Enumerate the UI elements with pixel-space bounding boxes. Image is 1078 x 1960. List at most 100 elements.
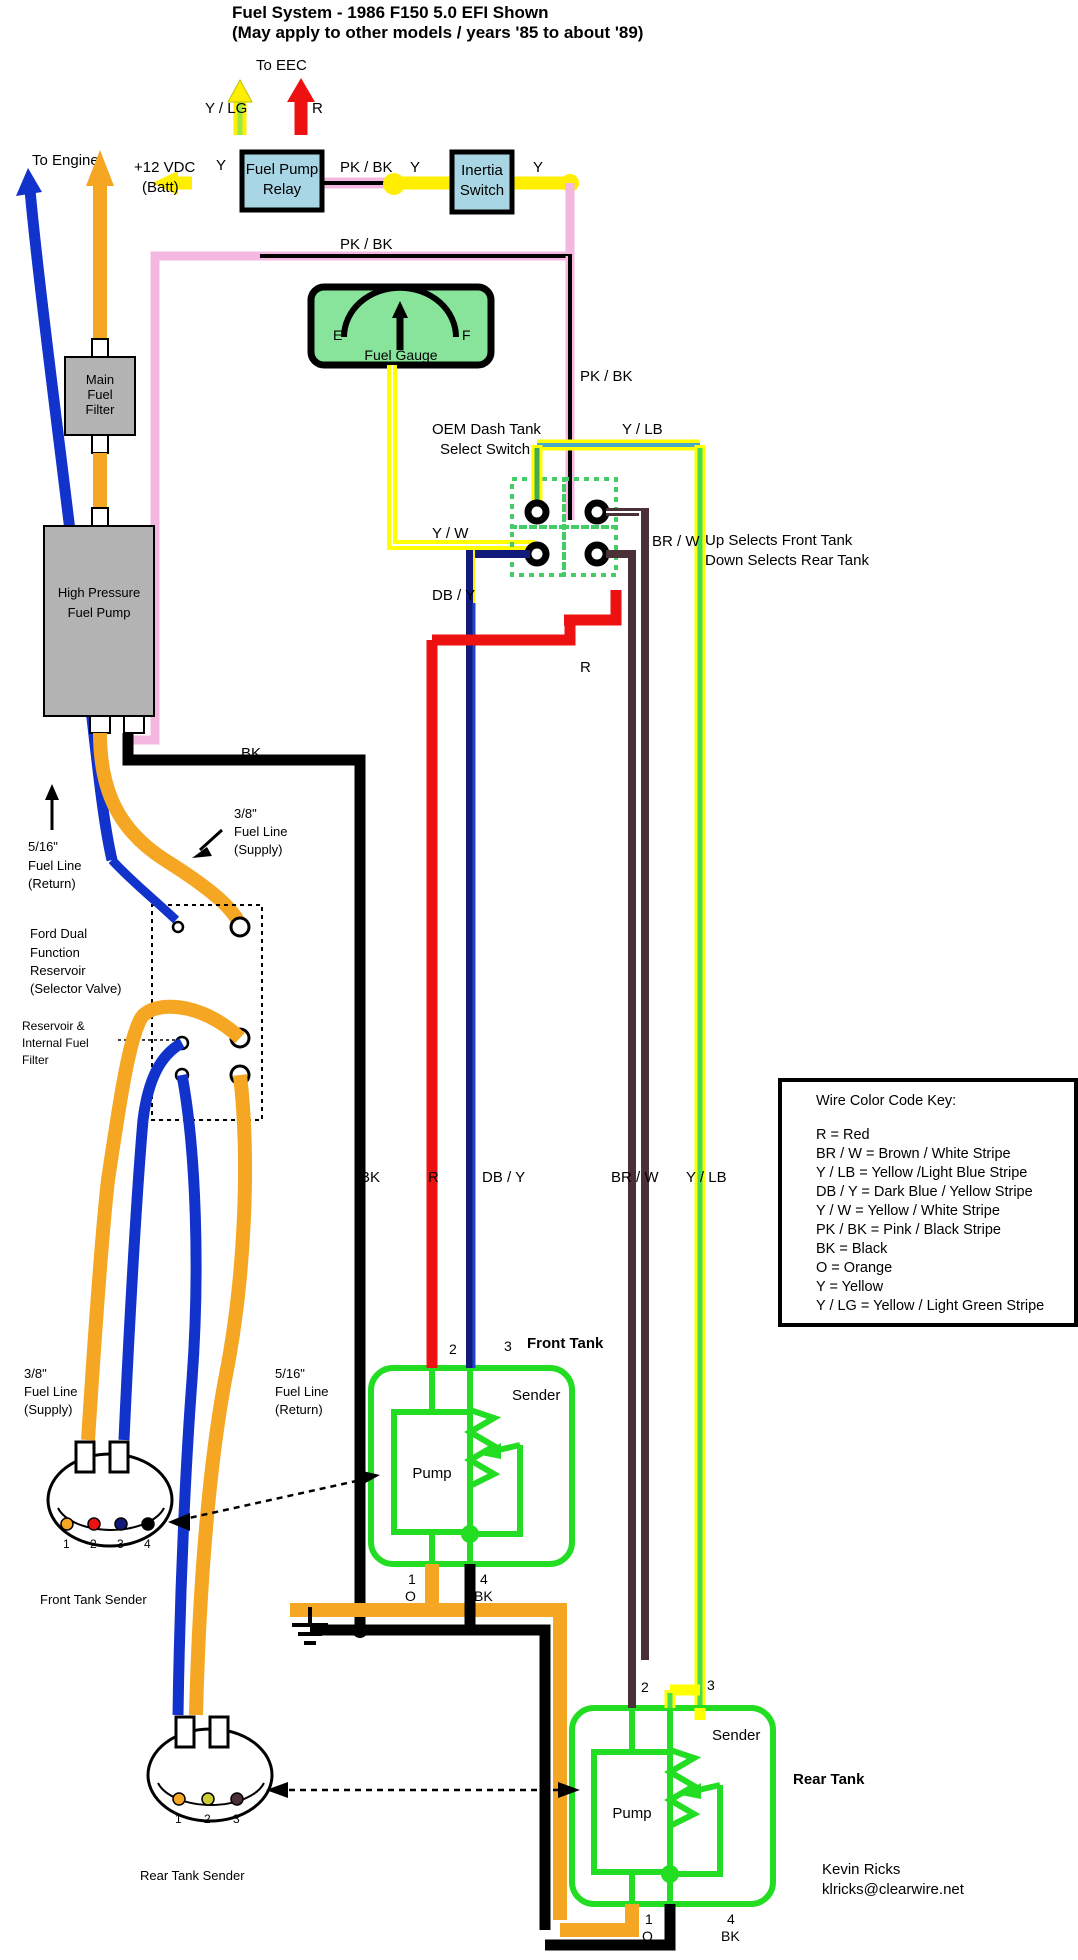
front-sender-fitting-1: [74, 1440, 96, 1474]
diagram-svg: Fuel System - 1986 F150 5.0 EFI Shown (M…: [0, 0, 1078, 1960]
label-pkbk-down: PK / BK: [580, 368, 633, 385]
label-516-return-b-3: (Return): [275, 1402, 323, 1417]
front-sender-pin-1-dot: [60, 1517, 74, 1531]
key-entry-0: R = Red: [816, 1127, 870, 1143]
rear-sender-pin-3-dot: [230, 1792, 244, 1806]
pump-outlet-fitting-2: [123, 715, 145, 734]
label-batt: (Batt): [142, 179, 179, 196]
oem-switch-label-1: OEM Dash Tank: [432, 421, 541, 438]
label-y-lb-top: Y / LB: [622, 421, 663, 438]
title-line-2: (May apply to other models / years '85 t…: [232, 23, 643, 42]
reservoir-port-large-1: [229, 916, 251, 938]
key-entry-6: BK = Black: [816, 1241, 888, 1257]
high-pressure-fuel-pump-box[interactable]: [43, 525, 155, 717]
front-sender-pin-label-4: 4: [144, 1537, 151, 1551]
front-sender-pin-label-1: 1: [63, 1537, 70, 1551]
label-y-inertia-out: Y: [533, 159, 543, 176]
rear-sender-pin-2-dot: [201, 1792, 215, 1806]
reservoir-port-small-1: [171, 920, 185, 934]
label-38-supply-b-1: 3/8": [24, 1366, 47, 1381]
filter-inlet-fitting: [91, 338, 109, 358]
gauge-empty-label: E: [333, 327, 342, 343]
label-38-supply-b-3: (Supply): [24, 1402, 72, 1417]
switch-contact-2[interactable]: [584, 499, 610, 525]
pump-inlet-fitting: [91, 507, 109, 527]
hp-pump-label-1: High Pressure: [58, 585, 140, 600]
rear-tank-pump-label: Pump: [612, 1805, 651, 1822]
front-tank-pump-label: Pump: [412, 1465, 451, 1482]
label-db-y: DB / Y: [432, 587, 475, 604]
reservoir-label-4: (Selector Valve): [30, 981, 122, 996]
rear-tank-pin-3: 3: [707, 1677, 715, 1693]
inertia-switch-label-1: Inertia: [461, 162, 503, 179]
label-38-supply-3: (Supply): [234, 842, 282, 857]
rear-tank-title: Rear Tank: [793, 1771, 865, 1788]
label-516-return-1: 5/16": [28, 839, 58, 854]
oem-switch-label-2: Select Switch: [440, 441, 530, 458]
switch-contact-3[interactable]: [524, 541, 550, 567]
fuel-pump-relay-label-2: Relay: [263, 181, 302, 198]
switch-contact-4[interactable]: [584, 541, 610, 567]
label-dby-mid: DB / Y: [482, 1169, 525, 1186]
rear-sender-fitting-1: [174, 1715, 196, 1749]
rear-tank-pin-2: 2: [641, 1679, 649, 1695]
label-r-switch: R: [580, 659, 591, 676]
label-y-lg: Y / LG: [205, 100, 247, 117]
key-entry-2: Y / LB = Yellow /Light Blue Stripe: [816, 1165, 1027, 1181]
res-filter-label-2: Internal Fuel: [22, 1036, 89, 1050]
key-entry-7: O = Orange: [816, 1260, 892, 1276]
reservoir-label-2: Function: [30, 945, 80, 960]
label-br-w: BR / W: [652, 533, 700, 550]
front-tank-pin-3: 3: [504, 1338, 512, 1354]
front-sender-fitting-2: [108, 1440, 130, 1474]
rear-sender-pin-label-2: 2: [204, 1812, 211, 1826]
res-filter-label-3: Filter: [22, 1053, 49, 1067]
label-pkbk-relay: PK / BK: [340, 159, 393, 176]
rear-sender-pin-label-3: 3: [233, 1812, 240, 1826]
rear-tank-sender-caption: Rear Tank Sender: [140, 1868, 245, 1883]
label-38-supply-2: Fuel Line: [234, 824, 287, 839]
label-bk-mid: BK: [360, 1169, 380, 1186]
hp-pump-label-2: Fuel Pump: [68, 605, 131, 620]
title-line-1: Fuel System - 1986 F150 5.0 EFI Shown: [232, 3, 549, 22]
label-516-return-b-1: 5/16": [275, 1366, 305, 1381]
label-bk-top: BK: [241, 745, 261, 762]
label-pkbk-bus: PK / BK: [340, 236, 393, 253]
label-r-eec: R: [312, 100, 323, 117]
label-516-return-b-2: Fuel Line: [275, 1384, 328, 1399]
key-entry-8: Y = Yellow: [816, 1279, 884, 1295]
label-12vdc: +12 VDC: [134, 159, 195, 176]
label-516-return-3: (Return): [28, 876, 76, 891]
front-tank-pin-2: 2: [449, 1341, 457, 1357]
front-tank-title: Front Tank: [527, 1335, 604, 1352]
inertia-switch-label-2: Switch: [460, 182, 504, 199]
rear-sender-pin-label-1: 1: [175, 1812, 182, 1826]
switch-contact-1[interactable]: [524, 499, 550, 525]
front-tank-pin-1-color: O: [405, 1588, 416, 1604]
key-entry-9: Y / LG = Yellow / Light Green Stripe: [816, 1298, 1044, 1314]
reservoir-label-1: Ford Dual: [30, 926, 87, 941]
label-to-eec: To EEC: [256, 57, 307, 74]
label-down-selects: Down Selects Rear Tank: [705, 552, 869, 569]
label-up-selects: Up Selects Front Tank: [705, 532, 853, 549]
author-email: klricks@clearwire.net: [822, 1881, 965, 1898]
main-filter-label-3: Filter: [86, 402, 116, 417]
wiring-diagram-canvas: Fuel System - 1986 F150 5.0 EFI Shown (M…: [0, 0, 1078, 1960]
main-filter-label-2: Fuel: [87, 387, 112, 402]
label-38-supply-b-2: Fuel Line: [24, 1384, 77, 1399]
key-title: Wire Color Code Key:: [816, 1093, 956, 1109]
label-38-supply-1: 3/8": [234, 806, 257, 821]
front-sender-pin-label-3: 3: [117, 1537, 124, 1551]
label-y-w: Y / W: [432, 525, 469, 542]
rear-sender-fitting-2: [208, 1715, 230, 1749]
front-tank-sender-caption: Front Tank Sender: [40, 1592, 147, 1607]
key-entry-5: PK / BK = Pink / Black Stripe: [816, 1222, 1001, 1238]
key-entry-3: DB / Y = Dark Blue / Yellow Stripe: [816, 1184, 1033, 1200]
reservoir-label-3: Reservoir: [30, 963, 86, 978]
background: [0, 0, 1078, 1960]
front-sender-pin-3-dot: [114, 1517, 128, 1531]
label-r-mid: R: [428, 1169, 439, 1186]
label-y-12v: Y: [216, 157, 226, 174]
gauge-full-label: F: [462, 327, 471, 343]
key-entry-1: BR / W = Brown / White Stripe: [816, 1146, 1011, 1162]
